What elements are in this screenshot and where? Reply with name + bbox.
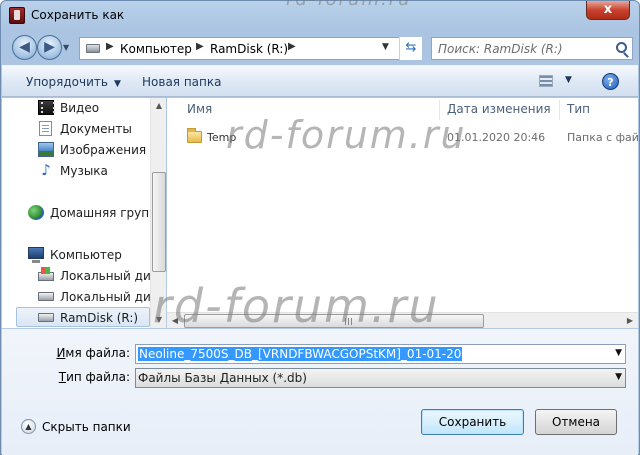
filename-field[interactable]: Neoline_7500S_DB_[VRNDFBWACGOPStKM]_01-0… [135, 344, 626, 364]
views-dropdown-icon[interactable]: ▼ [565, 75, 572, 85]
organize-button[interactable]: Упорядочить ▼ [26, 75, 121, 89]
app-icon [9, 7, 25, 24]
nav-item-label: Музыка [60, 164, 108, 178]
nav-item-computer[interactable]: Компьютер [28, 245, 150, 265]
nav-item-local-disk-c[interactable]: Локальный диск [38, 266, 150, 286]
filename-input[interactable]: Neoline_7500S_DB_[VRNDFBWACGOPStKM]_01-0… [138, 347, 463, 361]
file-list-pane: Имя Дата изменения Тип Temp 01.01.2020 2… [167, 98, 640, 328]
nav-item-ramdisk[interactable]: RamDisk (R:) [16, 307, 150, 327]
nav-item-video[interactable]: Видео [38, 98, 148, 118]
documents-library-icon [39, 121, 52, 136]
nav-item-local-disk-d[interactable]: Локальный диск [38, 287, 150, 307]
scroll-down-icon[interactable]: ▼ [151, 312, 167, 328]
save-button[interactable]: Сохранить [421, 409, 524, 435]
nav-item-documents[interactable]: Документы [38, 119, 148, 139]
homegroup-icon [28, 205, 44, 220]
nav-item-label: Видео [60, 101, 100, 115]
pictures-library-icon [38, 142, 54, 157]
nav-item-label: Компьютер [50, 248, 122, 262]
file-modified: 01.01.2020 20:46 [447, 131, 546, 144]
views-icon[interactable] [539, 75, 553, 87]
forward-button[interactable]: ▶ [37, 35, 62, 60]
cancel-button[interactable]: Отмена [535, 409, 617, 435]
local-drive-icon [38, 292, 54, 301]
nav-item-label: Локальный диск [60, 290, 150, 304]
breadcrumb-separator-icon[interactable]: ▶ [196, 41, 204, 52]
hide-folders-label: Скрыть папки [42, 420, 131, 434]
breadcrumb-separator-icon[interactable]: ▶ [106, 41, 114, 52]
save-form: Имя файла: Neoline_7500S_DB_[VRNDFBWACGO… [2, 329, 638, 455]
address-bar[interactable]: ▶ Компьютер ▶ RamDisk (R:) ▶ ▼ [79, 37, 421, 60]
scroll-up-icon[interactable]: ▲ [151, 98, 167, 114]
scrollbar-thumb[interactable] [184, 314, 484, 328]
video-library-icon [38, 100, 55, 115]
close-button[interactable]: x [586, 1, 630, 20]
chevron-down-icon: ▼ [113, 79, 121, 89]
chevron-down-icon[interactable]: ▼ [615, 348, 622, 358]
filetype-select[interactable]: Файлы Базы Данных (*.db) ▼ [135, 368, 626, 388]
navigation-bar: ◀ ▶ ▼ ▶ Компьютер ▶ RamDisk (R:) ▶ ▼ ⇆ П… [7, 33, 633, 63]
nav-item-label: Изображения [60, 143, 147, 157]
file-list-scrollbar[interactable]: ◀ ▶ [167, 312, 638, 328]
scroll-right-icon[interactable]: ▶ [622, 313, 638, 329]
column-header-type[interactable]: Тип [567, 102, 590, 116]
filetype-value: Файлы Базы Данных (*.db) [138, 371, 307, 385]
back-button[interactable]: ◀ [12, 35, 37, 60]
save-as-dialog: Сохранить как x ◀ ▶ ▼ ▶ Компьютер ▶ RamD… [0, 0, 640, 455]
search-icon[interactable] [616, 42, 627, 53]
nav-item-homegroup[interactable]: Домашняя группа [28, 203, 150, 223]
navigation-pane: Видео Документы Изображения ♪ Музыка Дом… [2, 98, 166, 328]
breadcrumb-computer[interactable]: Компьютер [120, 42, 192, 56]
refresh-icon[interactable]: ⇆ [399, 37, 422, 60]
organize-label: Упорядочить [26, 75, 108, 89]
chevron-down-icon[interactable]: ▼ [615, 372, 622, 382]
nav-item-music[interactable]: ♪ Музыка [38, 161, 148, 181]
file-row-temp[interactable]: Temp 01.01.2020 20:46 Папка с файл [183, 128, 640, 148]
help-icon[interactable]: ? [602, 73, 619, 90]
command-toolbar: Упорядочить ▼ Новая папка ▼ ? [2, 65, 638, 97]
system-drive-icon [38, 267, 54, 281]
scrollbar-thumb[interactable] [152, 172, 166, 272]
file-name: Temp [207, 131, 237, 144]
chevron-up-icon: ▲ [21, 419, 36, 434]
nav-item-label: Локальный диск [60, 269, 150, 283]
file-type: Папка с файл [567, 131, 640, 144]
nav-item-label: RamDisk (R:) [60, 311, 139, 325]
nav-item-pictures[interactable]: Изображения [38, 140, 148, 160]
search-input[interactable]: Поиск: RamDisk (R:) [438, 42, 563, 56]
column-divider[interactable] [439, 100, 440, 120]
computer-icon [28, 247, 44, 263]
column-header-name[interactable]: Имя [187, 102, 212, 116]
window-title: Сохранить как [31, 8, 125, 22]
scroll-left-icon[interactable]: ◀ [167, 313, 183, 329]
breadcrumb-ramdisk[interactable]: RamDisk (R:) [210, 42, 288, 56]
filename-label: Имя файла: [56, 346, 130, 360]
music-library-icon: ♪ [41, 161, 51, 179]
address-dropdown-icon[interactable]: ▼ [382, 42, 389, 52]
folder-icon [187, 128, 202, 143]
ramdisk-drive-icon [38, 313, 54, 322]
nav-item-label: Домашняя группа [50, 206, 150, 220]
history-dropdown-icon[interactable]: ▼ [63, 43, 73, 53]
nav-item-label: Документы [60, 122, 132, 136]
filetype-label: Тип файла: [58, 370, 130, 384]
column-header-modified[interactable]: Дата изменения [447, 102, 551, 116]
drive-icon [86, 44, 100, 53]
new-folder-button[interactable]: Новая папка [142, 75, 221, 89]
breadcrumb-separator-icon[interactable]: ▶ [288, 41, 296, 52]
search-box[interactable]: Поиск: RamDisk (R:) [431, 37, 633, 60]
nav-pane-scrollbar[interactable]: ▲ ▼ [150, 98, 166, 328]
title-bar: Сохранить как x [1, 1, 639, 31]
grip-icon [345, 318, 353, 325]
column-divider[interactable] [559, 100, 560, 120]
